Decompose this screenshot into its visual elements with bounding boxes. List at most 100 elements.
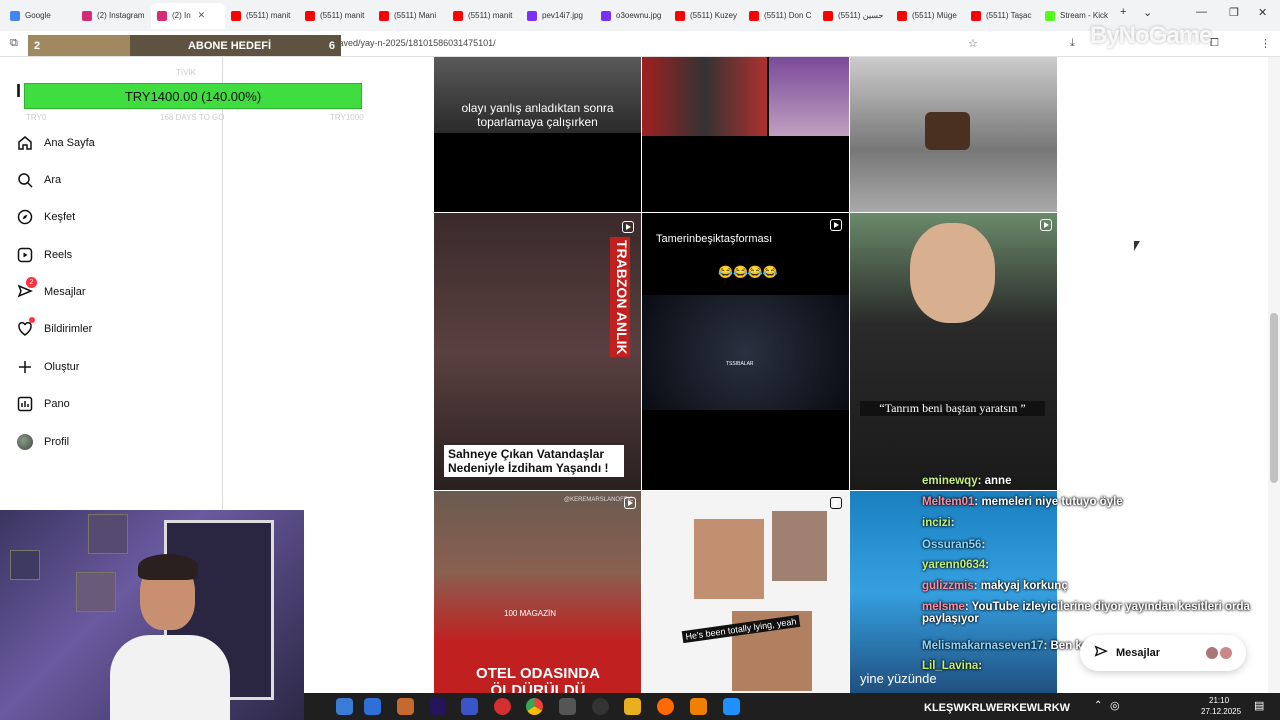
- browser-tab[interactable]: (5511) Müge: [891, 3, 965, 29]
- tab-label: (2) In: [172, 11, 191, 20]
- post-tile[interactable]: olayı yanlış anladıktan sonra toparlamay…: [434, 57, 641, 212]
- notification-dot: [29, 317, 35, 323]
- vlc-icon[interactable]: [690, 698, 707, 715]
- app-icon[interactable]: [461, 698, 478, 715]
- page-scrollbar[interactable]: [1268, 57, 1280, 693]
- sidebar-item-label: Profil: [44, 436, 70, 448]
- tray-chevron-icon[interactable]: ⌃: [1094, 700, 1102, 711]
- browser-tab[interactable]: (5511) Don C: [743, 3, 817, 29]
- reel-icon: [1040, 219, 1052, 231]
- tab-label: (5511) Müge: [912, 11, 957, 20]
- browser-tab[interactable]: (5511) manit: [447, 3, 521, 29]
- browser-tab[interactable]: o3oewnu.jpg: [595, 3, 669, 29]
- tab-label: (2) Instagram: [97, 11, 145, 20]
- post-caption: OTEL ODASINDA ÖLDÜRÜLDÜ: [476, 665, 600, 693]
- messenger-icon: [1094, 644, 1109, 662]
- firefox-icon[interactable]: [657, 698, 674, 715]
- post-tile[interactable]: He's been totally lying, yeah: [642, 491, 849, 693]
- goal-max-label: TRY1000: [330, 113, 364, 122]
- app-icon[interactable]: [397, 698, 414, 715]
- browser-tab[interactable]: pev14i7.jpg: [521, 3, 595, 29]
- sidebar-item-reels[interactable]: Reels: [16, 246, 72, 264]
- browser-tab[interactable]: حسين (5511): [817, 3, 891, 29]
- browser-tab[interactable]: (5511) manit: [299, 3, 373, 29]
- post-tile[interactable]: “Tanrım beni baştan yaratsın ” eminewqy:…: [850, 213, 1057, 490]
- sidebar-toggle-icon[interactable]: ⧉: [10, 37, 18, 50]
- browser-tab[interactable]: (5511) Kuzey: [669, 3, 743, 29]
- sidebar-item-notifications[interactable]: Bildirimler: [16, 317, 93, 338]
- plus-icon: [16, 358, 34, 376]
- new-tab-button[interactable]: +: [1120, 6, 1126, 18]
- close-window-button[interactable]: ✕: [1258, 6, 1267, 19]
- post-tile[interactable]: [850, 57, 1057, 212]
- post-tile[interactable]: TRABZON ANLIK Sahneye Çıkan Vatandaşlar …: [434, 213, 641, 490]
- sidebar-item-create[interactable]: Oluştur: [16, 358, 79, 376]
- post-tile[interactable]: @KEREMARSLANOFFIC 100 MAGAZİN OTEL ODASI…: [434, 491, 641, 693]
- chrome-icon[interactable]: [526, 698, 543, 715]
- tab-favicon-icon: [305, 10, 315, 21]
- bookmark-star-icon[interactable]: ☆: [968, 37, 978, 50]
- tab-label: Stream - Kick: [1060, 11, 1109, 20]
- tab-favicon-icon: [749, 10, 759, 21]
- app-icon[interactable]: [559, 698, 576, 715]
- subscriber-target: 6: [328, 39, 335, 52]
- clock-time[interactable]: 21:10: [1209, 696, 1229, 705]
- sidebar-item-label: Bildirimler: [44, 323, 93, 335]
- browser-tab[interactable]: (5511) Taşac: [965, 3, 1039, 29]
- post-tile[interactable]: [642, 57, 849, 212]
- close-tab-icon[interactable]: ✕: [198, 10, 206, 21]
- tab-favicon-icon: [231, 10, 241, 21]
- mouse-cursor-icon: [1134, 241, 1140, 251]
- tab-label: (5511) Taşac: [986, 11, 1032, 20]
- maximize-button[interactable]: ❐: [1229, 6, 1239, 19]
- browser-tab[interactable]: Google: [4, 3, 76, 29]
- goal-faint-title: TİVİK: [176, 68, 197, 77]
- chat-line: yarenn0634:: [922, 559, 990, 571]
- notification-icon[interactable]: ▤: [1254, 699, 1264, 712]
- browser-tab[interactable]: (5511) manit: [225, 3, 299, 29]
- tab-favicon-icon: [527, 10, 537, 21]
- browser-tab[interactable]: (2) In ✕: [151, 2, 225, 29]
- subscriber-count: 2: [34, 39, 41, 52]
- store-icon[interactable]: [336, 698, 353, 715]
- chat-line: Ossuran56:: [922, 539, 986, 551]
- messages-floating-button[interactable]: Mesajlar: [1080, 635, 1246, 671]
- app-icon[interactable]: [723, 698, 740, 715]
- menu-icon[interactable]: ⋮: [1260, 37, 1271, 50]
- tab-label: (5511) Kuzey: [690, 11, 737, 20]
- sidebar-item-explore[interactable]: Keşfet: [16, 208, 75, 226]
- download-icon[interactable]: ⤓: [1070, 37, 1075, 50]
- chat-line: incizi:: [922, 517, 955, 529]
- sidebar-item-profile[interactable]: Profil: [16, 433, 69, 451]
- post-caption: Sahneye Çıkan Vatandaşlar Nedeniyle İzdi…: [444, 445, 624, 477]
- obs-icon[interactable]: [592, 698, 609, 715]
- tab-label: (5511) manit: [468, 11, 513, 20]
- scrollbar-thumb[interactable]: [1270, 313, 1278, 483]
- reel-icon: [830, 219, 842, 231]
- sidebar-item-dashboard[interactable]: Pano: [16, 395, 70, 413]
- sidebar-item-label: Reels: [44, 249, 73, 261]
- minimize-button[interactable]: —: [1196, 6, 1207, 18]
- tab-list-chevron-icon[interactable]: ⌄: [1143, 6, 1152, 19]
- sidebar-item-messages[interactable]: 2 Mesajlar: [16, 277, 86, 301]
- mail-icon[interactable]: [364, 698, 381, 715]
- chat-line-eminewqy: eminewqy: anne: [922, 475, 1012, 487]
- sidebar-item-home[interactable]: Ana Sayfa: [16, 134, 95, 152]
- browser-tab[interactable]: (2) Instagram: [76, 3, 151, 29]
- post-emoji: 😂😂😂😂: [718, 265, 778, 279]
- post-tile[interactable]: Tamerinbeşiktaşforması 😂😂😂😂 TSSIBALAR: [642, 213, 849, 490]
- heart-icon: [16, 317, 35, 338]
- network-icon[interactable]: ◎: [1110, 699, 1120, 712]
- premiere-icon[interactable]: [429, 698, 446, 715]
- dashboard-icon: [16, 395, 34, 413]
- browser-tab[interactable]: (5511) Mani: [373, 3, 447, 29]
- instagram-logo[interactable]: I: [16, 81, 21, 102]
- messenger-icon: 2: [16, 277, 37, 301]
- opera-icon[interactable]: [494, 698, 511, 715]
- folder-icon[interactable]: [624, 698, 641, 715]
- chat-line: gulizzmis: makyaj korkunç: [922, 580, 1068, 592]
- clock-date[interactable]: 27.12.2025: [1201, 707, 1241, 716]
- tab-favicon-icon: [1045, 10, 1055, 21]
- tab-favicon-icon: [971, 10, 981, 21]
- sidebar-item-search[interactable]: Ara: [16, 171, 61, 189]
